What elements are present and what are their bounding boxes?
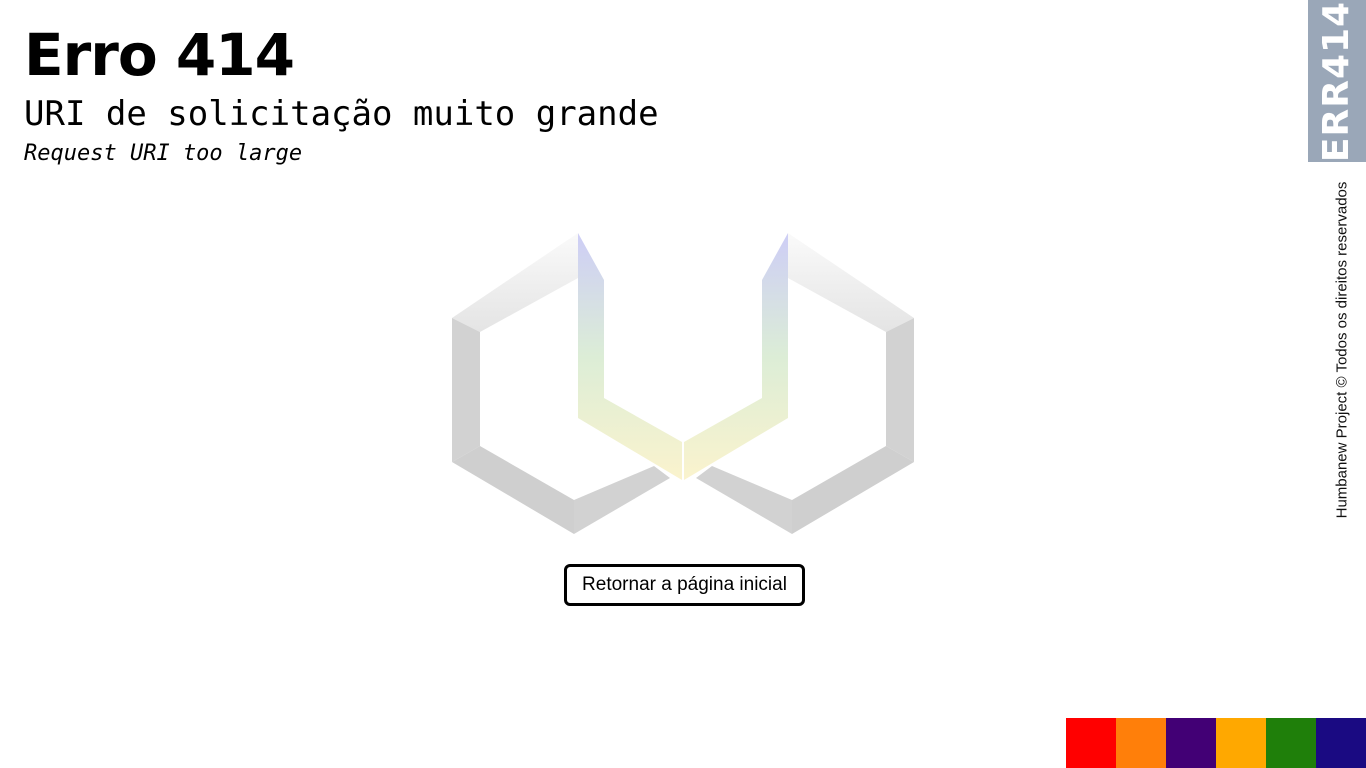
page-title: Erro 414	[24, 21, 295, 89]
error-code-label: ERR414	[1316, 0, 1358, 162]
right-hexagon-bottom-left-edge	[696, 466, 792, 534]
left-hexagon-left-edge	[452, 318, 480, 462]
left-hexagon-bottom-edge	[452, 446, 574, 534]
page-subtitle: URI de solicitação muito grande	[24, 94, 659, 134]
error-page: Erro 414 URI de solicitação muito grande…	[0, 0, 1366, 768]
inner-u-left-arm	[578, 233, 682, 480]
inner-u-right-arm	[684, 233, 788, 480]
palette-swatch-orange	[1116, 718, 1166, 768]
hexagon-u-logo-icon	[452, 233, 914, 534]
return-home-button[interactable]: Retornar a página inicial	[564, 564, 805, 606]
palette-swatch-purple	[1166, 718, 1216, 768]
right-hexagon-bottom-edge	[792, 446, 914, 534]
error-code-tag: ERR414	[1308, 0, 1366, 162]
palette-swatch-green	[1266, 718, 1316, 768]
palette-swatch-red	[1066, 718, 1116, 768]
palette-swatch-navy	[1316, 718, 1366, 768]
left-hexagon-top-edge	[452, 233, 578, 332]
right-hexagon-right-edge	[886, 318, 914, 462]
copyright-text: Humbanew Project © Todos os direitos res…	[1333, 181, 1351, 519]
left-hexagon-bottom-right-edge	[574, 466, 670, 534]
page-subtitle-english: Request URI too large	[24, 141, 303, 166]
color-palette	[1066, 718, 1366, 768]
right-hexagon-top-edge	[788, 233, 914, 332]
palette-swatch-amber	[1216, 718, 1266, 768]
